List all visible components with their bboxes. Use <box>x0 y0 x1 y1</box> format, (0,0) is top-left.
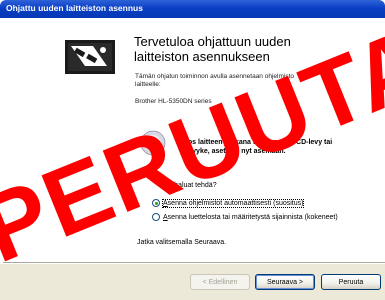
option-label-text: senna ohjelmistot automaattisesti (suosi… <box>167 199 304 207</box>
option-label: Asenna ohjelmistot automaattisesti (suos… <box>161 198 305 208</box>
hardware-card-icon <box>65 40 115 74</box>
intro-line: Tämän ohjatun toiminnon avulla asennetaa… <box>135 73 294 80</box>
device-name: Brother HL-5350DN series <box>135 98 212 105</box>
back-button[interactable]: < Edellinen <box>190 274 250 290</box>
wizard-window: Ohjattu uuden laitteiston asennus Tervet… <box>0 0 385 300</box>
continue-hint: Jatka valitsemalla Seuraava. <box>137 239 227 246</box>
install-options-question: Mitä haluat tehdä? <box>159 182 217 189</box>
title-bar[interactable]: Ohjattu uuden laitteiston asennus <box>0 0 385 18</box>
wizard-side-panel <box>3 18 122 262</box>
page-title-line: laitteiston asennukseen <box>134 49 270 64</box>
option-label: Asenna luettelosta tai määritetystä sija… <box>163 214 338 221</box>
instruction-line: Jos laitteen mukana tuli asennus-CD-levy… <box>184 139 333 146</box>
cd-disc-icon <box>140 130 166 156</box>
intro-line: laitteelle: <box>135 81 161 88</box>
radio-button-selected[interactable] <box>152 199 160 207</box>
instruction-line: -levyke, aseta se nyt asemaan. <box>184 148 286 155</box>
next-button[interactable]: Seuraava > <box>255 274 315 290</box>
page-title-line: Tervetuloa ohjattuun uuden <box>134 34 291 49</box>
option-install-from-location[interactable]: Asenna luettelosta tai määritetystä sija… <box>152 212 338 222</box>
window-title: Ohjattu uuden laitteiston asennus <box>6 3 143 13</box>
cancel-button[interactable]: Peruuta <box>321 274 381 290</box>
option-label-text: senna luettelosta tai määritetystä sijai… <box>167 213 338 221</box>
wizard-content: Tervetuloa ohjattuun uuden laitteiston a… <box>122 18 385 262</box>
page-title: Tervetuloa ohjattuun uuden laitteiston a… <box>134 34 374 64</box>
intro-text: Tämän ohjatun toiminnon avulla asennetaa… <box>135 73 375 89</box>
option-automatic-install[interactable]: Asenna ohjelmistot automaattisesti (suos… <box>152 198 305 208</box>
insert-cd-instruction: Jos laitteen mukana tuli asennus-CD-levy… <box>184 138 384 156</box>
radio-button[interactable] <box>152 213 160 221</box>
button-bar: < Edellinen Seuraava > Peruuta <box>0 264 385 300</box>
